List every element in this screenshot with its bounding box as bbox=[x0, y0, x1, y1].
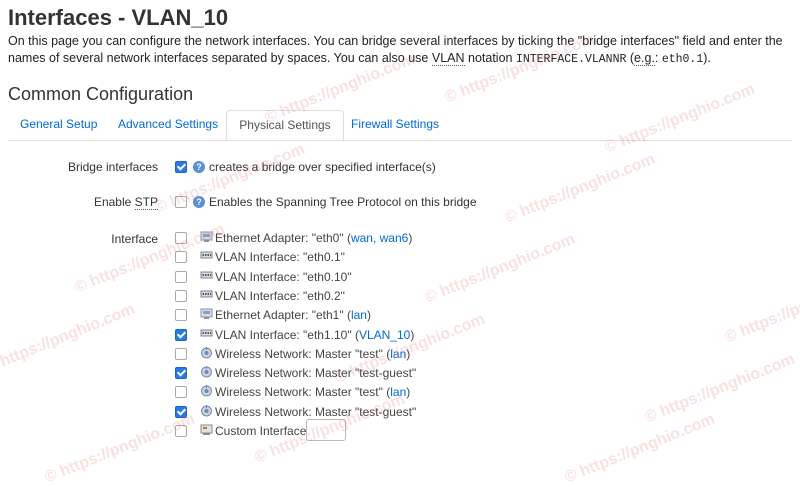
vlan-icon bbox=[200, 327, 213, 340]
interface-checkbox[interactable] bbox=[175, 348, 187, 360]
vlan-icon bbox=[200, 269, 213, 282]
interface-checkbox[interactable] bbox=[175, 290, 187, 302]
interface-label-text: VLAN Interface: "eth0.1" bbox=[215, 250, 345, 264]
interface-label-text: Wireless Network: Master "test-guest" bbox=[215, 366, 416, 380]
ethernet-icon bbox=[200, 230, 213, 243]
page-description: On this page you can configure the netwo… bbox=[8, 33, 792, 68]
section-title: Common Configuration bbox=[8, 84, 194, 104]
enable-stp-checkbox[interactable] bbox=[175, 196, 187, 208]
ethernet-icon bbox=[200, 307, 213, 320]
desc-eg-abbr: e.g. bbox=[634, 51, 655, 66]
interface-name: VLAN Interface: "eth0.1" bbox=[215, 250, 345, 264]
interface-label: Interface bbox=[111, 232, 158, 246]
watermark-text: © https://pnghio.com bbox=[502, 150, 658, 227]
desc-text-5: ). bbox=[703, 51, 711, 65]
interface-network-link[interactable]: VLAN_10 bbox=[359, 328, 410, 342]
desc-code-interface-vlannr: INTERFACE.VLANNR bbox=[515, 53, 627, 66]
stp-abbr: STP bbox=[134, 195, 158, 210]
vlan-icon bbox=[200, 288, 213, 301]
interface-label-text: VLAN Interface: "eth0.2" bbox=[215, 289, 345, 303]
interface-name: Wireless Network: Master "test-guest" bbox=[215, 405, 417, 419]
tab-physical-settings[interactable]: Physical Settings bbox=[226, 110, 344, 140]
desc-code-eth01: eth0.1 bbox=[661, 53, 704, 66]
interface-name: VLAN Interface: "eth1.10" bbox=[215, 328, 352, 342]
enable-stp-label: Enable STP bbox=[7, 195, 158, 210]
desc-vlan-abbr: VLAN bbox=[431, 51, 465, 66]
interface-name: Wireless Network: Master "test" bbox=[215, 385, 383, 399]
interface-label-text: VLAN Interface: "eth1.10" (VLAN_10) bbox=[215, 328, 415, 342]
page-title: Interfaces - VLAN_10 bbox=[8, 5, 229, 30]
interface-name: VLAN Interface: "eth0.2" bbox=[215, 289, 345, 303]
interface-network-link[interactable]: lan bbox=[351, 308, 367, 322]
interface-label-text: Custom Interface: bbox=[215, 424, 310, 438]
interface-checkbox[interactable] bbox=[175, 386, 187, 398]
interface-checkbox[interactable] bbox=[175, 425, 187, 437]
interface-label-text: Wireless Network: Master "test" (lan) bbox=[215, 385, 411, 399]
interface-name: Wireless Network: Master "test-guest" bbox=[215, 366, 417, 380]
tab-general-setup[interactable]: General Setup bbox=[8, 110, 109, 140]
watermark-text: © https://pnghio.com bbox=[642, 350, 798, 427]
wifi-icon bbox=[200, 346, 213, 359]
help-icon: ? bbox=[193, 161, 205, 173]
watermark-text: © https://pnghio.com bbox=[42, 410, 198, 487]
bridge-interfaces-checkbox[interactable] bbox=[175, 161, 187, 173]
interface-label-text: VLAN Interface: "eth0.10" bbox=[215, 270, 352, 284]
watermark-text: © https://pnghio.com bbox=[422, 230, 578, 307]
page-header: Interfaces - VLAN_10 On this page you ca… bbox=[0, 0, 800, 68]
interface-network-link[interactable]: lan bbox=[390, 347, 406, 361]
watermark-text: © https://pnghio.com bbox=[722, 270, 800, 347]
interface-checkbox[interactable] bbox=[175, 406, 187, 418]
desc-text-3: ( bbox=[626, 51, 635, 65]
wifi-icon bbox=[200, 384, 213, 397]
enable-stp-label-prefix: Enable bbox=[93, 195, 135, 209]
interface-label-text: Ethernet Adapter: "eth0" (wan, wan6) bbox=[215, 231, 413, 245]
stp-help-text: Enables the Spanning Tree Protocol on th… bbox=[209, 195, 477, 209]
desc-text-4: : bbox=[654, 51, 662, 65]
interface-name: Ethernet Adapter: "eth1" bbox=[215, 308, 344, 322]
interface-name: Ethernet Adapter: "eth0" bbox=[215, 231, 344, 245]
interface-label-text: Wireless Network: Master "test-guest" bbox=[215, 405, 416, 419]
tab-firewall-settings[interactable]: Firewall Settings bbox=[339, 110, 451, 140]
interface-name: Custom Interface: bbox=[215, 424, 310, 438]
interface-label-text: Wireless Network: Master "test" (lan) bbox=[215, 347, 411, 361]
interface-network-link[interactable]: wan, wan6 bbox=[351, 231, 408, 245]
custom-icon bbox=[200, 423, 213, 436]
interface-checkbox[interactable] bbox=[175, 329, 187, 341]
interface-checkbox[interactable] bbox=[175, 271, 187, 283]
tab-bar: General Setup Advanced Settings Physical… bbox=[8, 110, 792, 141]
interface-checkbox[interactable] bbox=[175, 309, 187, 321]
vlan-icon bbox=[200, 249, 213, 262]
interface-checkbox[interactable] bbox=[175, 232, 187, 244]
interface-name: Wireless Network: Master "test" bbox=[215, 347, 383, 361]
wifi-icon bbox=[200, 365, 213, 378]
custom-interface-input[interactable] bbox=[306, 419, 346, 441]
bridge-interfaces-label: Bridge interfaces bbox=[67, 160, 158, 174]
interface-label-text: Ethernet Adapter: "eth1" (lan) bbox=[215, 308, 371, 322]
interface-checkbox[interactable] bbox=[175, 251, 187, 263]
help-icon: ? bbox=[193, 196, 205, 208]
interface-checkbox[interactable] bbox=[175, 367, 187, 379]
bridge-help-text: creates a bridge over specified interfac… bbox=[209, 160, 436, 174]
interface-network-link[interactable]: lan bbox=[390, 385, 406, 399]
tab-advanced-settings[interactable]: Advanced Settings bbox=[106, 110, 230, 140]
desc-text-2: notation bbox=[464, 51, 516, 65]
watermark-text: © https://pnghio.com bbox=[0, 300, 138, 377]
watermark-text: © https://pnghio.com bbox=[562, 410, 718, 487]
interface-name: VLAN Interface: "eth0.10" bbox=[215, 270, 352, 284]
wifi-icon bbox=[200, 404, 213, 417]
